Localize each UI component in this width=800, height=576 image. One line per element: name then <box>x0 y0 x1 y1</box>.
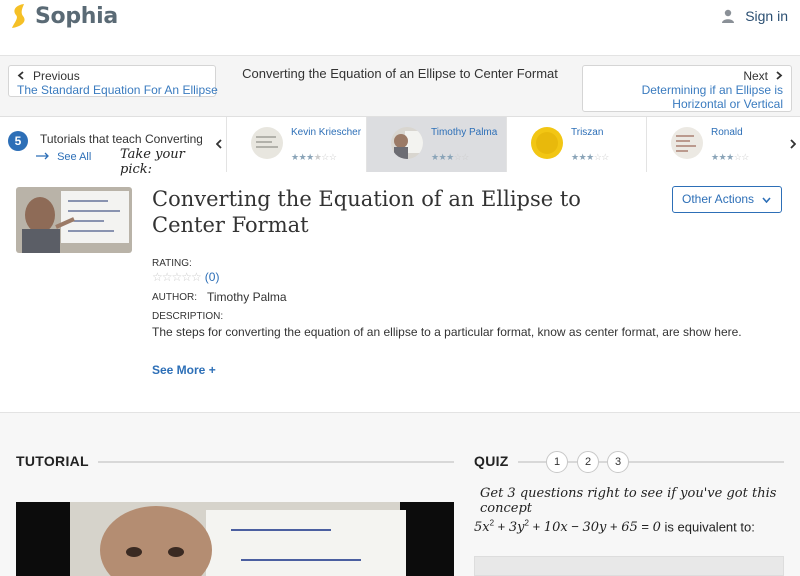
tutorials-strip-header: 5 Tutorials that teach Converting the Eq… <box>0 117 213 177</box>
strip-prev-arrow[interactable] <box>212 117 226 172</box>
next-label: Next <box>743 69 768 83</box>
rating-count: (0) <box>204 270 220 284</box>
quiz-answer-option[interactable] <box>474 556 784 576</box>
star-rating-icon: ☆☆☆☆☆ <box>152 270 202 284</box>
tutor-avatar <box>671 127 703 159</box>
previous-tutorial-link[interactable]: The Standard Equation For An Ellipse <box>17 83 218 97</box>
tutorials-strip: 5 Tutorials that teach Converting the Eq… <box>0 116 800 177</box>
chevron-right-icon <box>790 139 797 149</box>
rating-widget[interactable]: ☆☆☆☆☆ (0) <box>152 270 219 284</box>
previous-label: Previous <box>33 69 80 83</box>
description-label: DESCRIPTION: <box>152 311 224 322</box>
tutorial-description: The steps for converting the equation of… <box>152 325 742 339</box>
top-bar: Sophia Sign in <box>0 0 800 56</box>
arrow-right-icon <box>36 152 49 160</box>
sophia-logo-icon <box>12 4 25 28</box>
tutor-rating-stars: ★★★★☆☆ <box>291 152 337 162</box>
rating-label: RATING: <box>152 258 192 269</box>
tutor-card-triszan[interactable]: Triszan ★★★☆☆ <box>506 117 646 172</box>
brand-name: Sophia <box>35 3 118 29</box>
tutorial-count-badge: 5 <box>8 131 28 151</box>
quiz-question-text: 5x2 + 3y2 + 10x − 30y + 65 = 0 is equiva… <box>474 519 755 535</box>
quiz-equation: 5x2 + 3y2 + 10x − 30y + 65 = 0 <box>474 519 661 536</box>
tutor-avatar <box>251 127 283 159</box>
tutor-rating-stars: ★★★☆☆ <box>711 152 749 162</box>
quiz-question-2-button[interactable]: 2 <box>577 451 599 473</box>
tutor-card-ronald[interactable]: Ronald ★★★☆☆ <box>646 117 786 172</box>
tutor-card-timothy-palma[interactable]: Timothy Palma ★★★☆☆ <box>366 117 506 172</box>
author-label: AUTHOR: <box>152 292 197 303</box>
tutorial-thumbnail[interactable] <box>16 187 132 253</box>
chevron-left-icon <box>17 71 24 80</box>
tutor-avatar <box>391 127 423 159</box>
tutor-name: Ronald <box>711 127 743 138</box>
sign-in-button[interactable]: Sign in <box>721 8 788 24</box>
quiz-question-1-button[interactable]: 1 <box>546 451 568 473</box>
tutor-rating-stars: ★★★☆☆ <box>431 152 469 162</box>
tutor-name: Kevin Kriescher <box>291 127 362 138</box>
next-tutorial-button[interactable]: Next Determining if an Ellipse is Horizo… <box>582 65 792 112</box>
tutorial-heading-rule <box>98 461 454 463</box>
next-tutorial-link[interactable]: Determining if an Ellipse is Horizontal … <box>588 83 783 111</box>
tutor-name: Timothy Palma <box>431 127 498 138</box>
user-icon <box>722 9 735 23</box>
tutor-avatar <box>531 127 563 159</box>
chevron-right-icon <box>776 71 783 80</box>
tutorial-video-player[interactable] <box>16 502 454 576</box>
see-more-link[interactable]: See More + <box>152 363 216 377</box>
tutorial-heading: TUTORIAL <box>16 453 89 469</box>
current-tutorial-title: Converting the Equation of an Ellipse to… <box>242 66 558 81</box>
tutor-rating-stars: ★★★☆☆ <box>571 152 609 162</box>
chevron-down-icon <box>762 187 771 212</box>
tutor-name: Triszan <box>571 127 604 138</box>
author-name: Timothy Palma <box>207 290 287 304</box>
chevron-left-icon <box>215 139 222 149</box>
strip-next-arrow[interactable] <box>786 117 800 172</box>
next-label-row: Next <box>743 69 783 83</box>
quiz-tagline: Get 3 questions right to see if you've g… <box>480 486 777 516</box>
tutor-card-kevin-kriescher[interactable]: Kevin Kriescher ★★★★☆☆ <box>226 117 366 172</box>
other-actions-label: Other Actions <box>682 192 755 206</box>
tutorial-title: Converting the Equation of an Ellipse to… <box>152 187 581 237</box>
sign-in-label: Sign in <box>745 8 788 24</box>
tutorial-navigation: Previous The Standard Equation For An El… <box>0 56 800 116</box>
quiz-heading: QUIZ <box>474 453 509 469</box>
quiz-question-3-button[interactable]: 3 <box>607 451 629 473</box>
take-your-pick-label: Take your pick: <box>120 147 185 177</box>
quiz-question-suffix: is equivalent to: <box>664 519 755 535</box>
sophia-logo[interactable]: Sophia <box>10 3 118 29</box>
tutorials-strip-title: Tutorials that teach Converting the Equa… <box>40 132 202 146</box>
previous-tutorial-button[interactable]: Previous The Standard Equation For An El… <box>8 65 218 97</box>
other-actions-dropdown[interactable]: Other Actions <box>672 186 782 213</box>
see-all-link[interactable]: See All <box>36 151 91 163</box>
previous-label-row: Previous <box>17 69 80 83</box>
see-all-label: See All <box>57 151 92 163</box>
